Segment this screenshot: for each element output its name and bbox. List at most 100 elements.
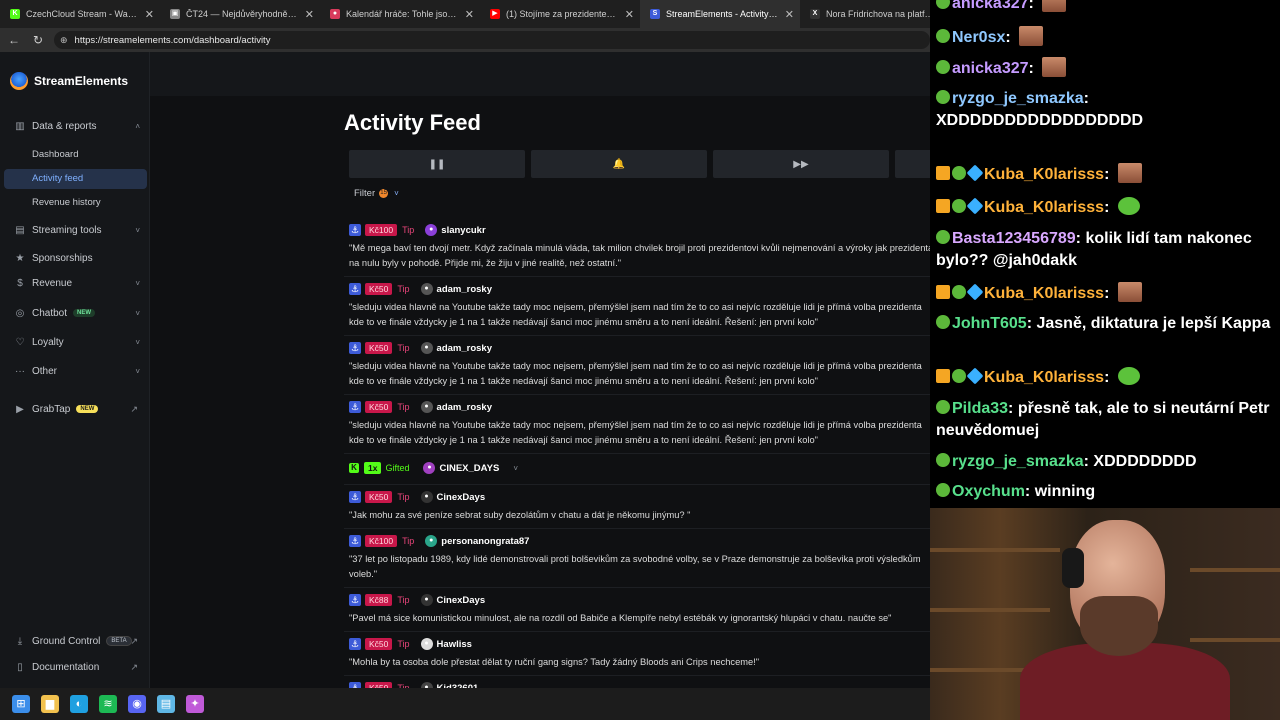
sidebar-item-loyalty[interactable]: ♡ Loyalty ˅ (8, 332, 144, 352)
activity-event[interactable]: ⚓ Kč50 Tip ● Kid32601 (344, 676, 930, 688)
sidebar-item-documentation[interactable]: ▯ Documentation ↗ (8, 657, 144, 677)
layers-icon: ▤ (15, 224, 25, 236)
discord-icon[interactable]: ◉ (128, 695, 146, 713)
back-icon[interactable]: ← (6, 32, 22, 48)
username[interactable]: CinexDays (437, 595, 486, 606)
username[interactable]: Hawliss (437, 639, 472, 650)
activity-event[interactable]: K 1x Gifted ● CINEX_DAYS ˅ (344, 454, 930, 485)
tab-favicon-icon: K (10, 9, 20, 19)
user-avatar-icon: ● (423, 462, 436, 474)
more-controls-button[interactable] (895, 150, 930, 178)
tab-favicon-icon: S (650, 9, 660, 19)
activity-event[interactable]: ⚓ Kč50 Tip ● Hawliss "Mohla by ta osoba dole … (344, 632, 930, 676)
event-type-label: Tip (402, 225, 415, 235)
leaf-badge-icon (952, 199, 966, 213)
sidebar-item-ground-control[interactable]: ⤓ Ground Control BETA ↗ (8, 631, 144, 651)
chat-username: anicka327 (952, 60, 1029, 77)
chat-username: Kuba_K0larisss (984, 199, 1105, 216)
activity-event[interactable]: ⚓ Kč100 Tip ● slanycukr "Mě mega baví ten dvo… (344, 218, 930, 277)
bot-icon: ◎ (15, 307, 25, 319)
tip-amount-badge: Kč100 (365, 224, 398, 236)
browser-tab[interactable]: ▣ ČT24 — Nejdůvěryhodnější zpravo ✕ (160, 0, 320, 28)
pause-button[interactable]: ❚❚ (349, 150, 525, 178)
url-input[interactable]: ⊕ https://streamelements.com/dashboard/a… (54, 31, 930, 49)
username[interactable]: personanongrata87 (441, 536, 529, 547)
username[interactable]: CINEX_DAYS (439, 463, 499, 474)
filter-dropdown[interactable]: Filter 15 ˅ (354, 188, 399, 199)
close-icon[interactable]: ✕ (465, 8, 474, 21)
chat-message: ryzgo_je_smazka: XDDDDDDDDDDDDDDDDD (936, 90, 1144, 129)
username[interactable]: adam_rosky (437, 284, 492, 295)
sidebar-item-sponsorships[interactable]: ★ Sponsorships (8, 248, 144, 268)
activity-event[interactable]: ⚓ Kč50 Tip ● CinexDays "Jak mohu za své peníz… (344, 485, 930, 529)
new-badge: NEW (73, 309, 96, 317)
username[interactable]: CinexDays (437, 492, 486, 503)
tip-amount-badge: Kč50 (365, 342, 393, 354)
activity-event[interactable]: ⚓ Kč50 Tip ● adam_rosky "sleduju videa hlavně… (344, 336, 930, 395)
address-bar-row: ← ↻ ⊕ https://streamelements.com/dashboa… (0, 28, 930, 52)
activity-event[interactable]: ⚓ Kč50 Tip ● adam_rosky "sleduju videa hlavně… (344, 395, 930, 454)
file-explorer-icon[interactable]: ▆ (41, 695, 59, 713)
sidebar-item-chatbot[interactable]: ◎ Chatbot NEW ˅ (8, 303, 144, 323)
username[interactable]: adam_rosky (437, 343, 492, 354)
activity-event[interactable]: ⚓ Kč100 Tip ● personanongrata87 "37 let po li… (344, 529, 930, 588)
edge-browser-icon[interactable]: ◐ (70, 695, 88, 713)
spotify-icon[interactable]: ≋ (99, 695, 117, 713)
activity-event[interactable]: ⚓ Kč50 Tip ● adam_rosky "sleduju videa hlavně… (344, 277, 930, 336)
alerts-button[interactable]: 🔔 (531, 150, 707, 178)
browser-tab[interactable]: ● Kalendář hráče: Tohle jsou nejlepš ✕ (320, 0, 480, 28)
notepad-icon[interactable]: ▤ (157, 695, 175, 713)
event-type-label: Tip (397, 402, 410, 412)
close-icon[interactable]: ✕ (625, 8, 634, 21)
gem-badge-icon (966, 283, 984, 301)
sidebar-item-label: Other (32, 365, 58, 377)
chat-message: JohnT605: Jasně, diktatura je lepší Kapp… (936, 313, 1276, 335)
copilot-icon[interactable]: ✦ (186, 695, 204, 713)
browser-tab[interactable]: ▶ (1) Stojíme za prezidentem - Staro ✕ (480, 0, 640, 28)
brand-name: StreamElements (34, 74, 129, 88)
chart-icon: ▥ (15, 120, 25, 132)
leaf-badge-icon (952, 166, 966, 180)
crown-badge-icon (936, 199, 950, 213)
browser-tab[interactable]: S StreamElements - Activity feed ✕ (640, 0, 800, 28)
tip-message: "Pavel má sice komunistickou minulost, a… (349, 613, 892, 623)
tab-title: Kalendář hráče: Tohle jsou nejlepš (346, 9, 458, 19)
username[interactable]: slanycukr (441, 225, 485, 236)
tip-platform-icon: ⚓ (349, 594, 361, 606)
windows-start-icon[interactable]: ⊞ (12, 695, 30, 713)
skip-button[interactable]: ▶▶ (713, 150, 889, 178)
face-emote-icon (1042, 0, 1067, 12)
tip-platform-icon: ⚓ (349, 401, 361, 413)
face-emote-icon (1019, 26, 1044, 46)
sidebar-item-grabtap[interactable]: ▶ GrabTap NEW ↗ (8, 399, 144, 419)
sidebar-item-streaming-tools[interactable]: ▤ Streaming tools ˅ (8, 220, 144, 240)
reload-icon[interactable]: ↻ (30, 32, 46, 48)
sidebar-subitem-dashboard[interactable]: Dashboard (4, 145, 147, 165)
browser-tab[interactable]: XNora Fridrichova na platformě✕ (800, 0, 930, 28)
chat-message: Kuba_K0larisss: (936, 282, 1276, 305)
brand-logo[interactable]: StreamElements (10, 72, 128, 90)
close-icon[interactable]: ✕ (785, 8, 794, 21)
sidebar-subitem-activity-feed[interactable]: Activity feed (4, 169, 147, 189)
doc-icon: ▯ (17, 661, 23, 673)
activity-event[interactable]: ⚓ Kč88 Tip ● CinexDays "Pavel má sice komunis… (344, 588, 930, 632)
close-icon[interactable]: ✕ (305, 8, 314, 21)
leaf-badge-icon (936, 0, 950, 9)
sidebar-subitem-revenue-history[interactable]: Revenue history (4, 193, 147, 213)
chat-username: ryzgo_je_smazka (952, 90, 1084, 107)
site-info-icon[interactable]: ⊕ (60, 35, 68, 46)
main-content: Activity Feed ❚❚ 🔔 ▶▶ Filter 15 ˅ ⚓ Kč100… (150, 52, 930, 688)
chevron-down-icon: ˅ (135, 366, 140, 376)
sidebar-item-revenue[interactable]: $ Revenue ˅ (8, 273, 144, 293)
sidebar-item-label: Chatbot (32, 307, 68, 319)
chat-username: Kuba_K0larisss (984, 166, 1105, 183)
chevron-down-icon[interactable]: ˅ (513, 464, 518, 473)
close-icon[interactable]: ✕ (145, 8, 154, 21)
crown-badge-icon (936, 166, 950, 180)
chevron-down-icon: ˅ (135, 337, 140, 347)
event-type-label: Tip (397, 595, 410, 605)
sidebar-item-other[interactable]: ··· Other ˅ (8, 361, 144, 381)
browser-tab[interactable]: K CzechCloud Stream - Watch Live o ✕ (0, 0, 160, 28)
username[interactable]: adam_rosky (437, 402, 492, 413)
sidebar-item-data-reports[interactable]: ▥ Data & reports ˄ (8, 116, 144, 136)
